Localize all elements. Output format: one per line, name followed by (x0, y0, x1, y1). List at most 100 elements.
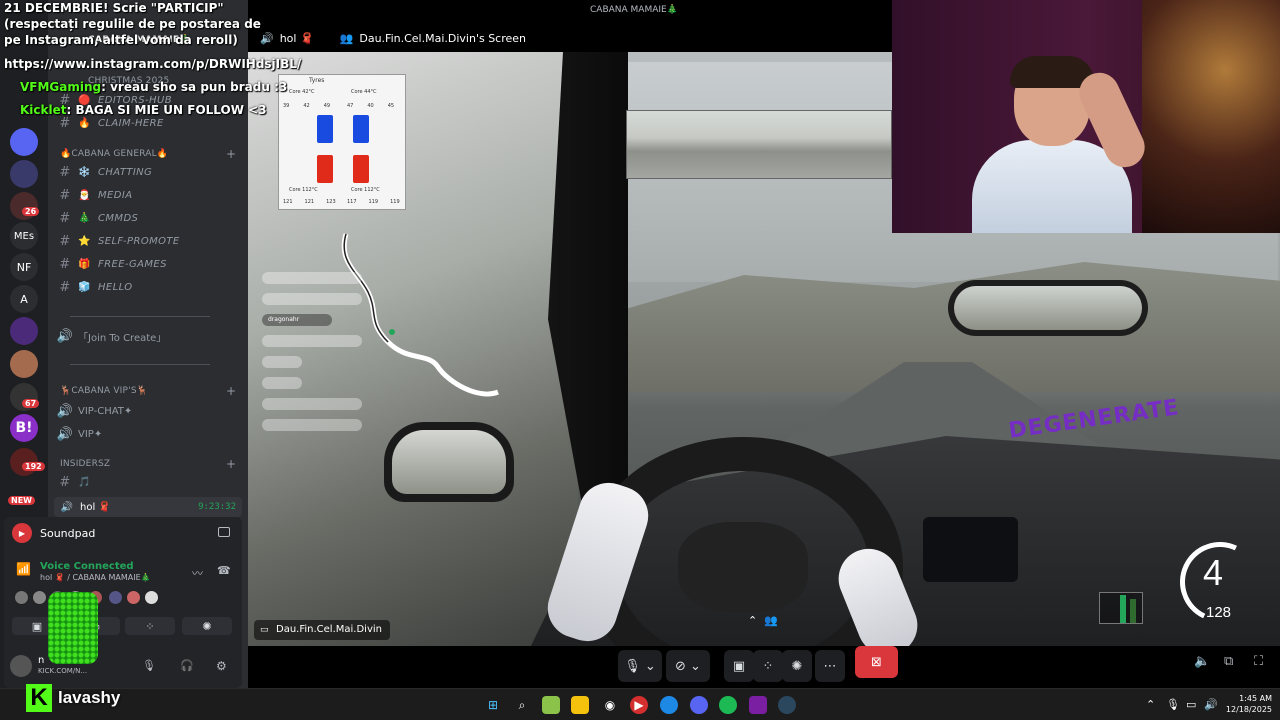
screen-share-icon: 👥 (339, 31, 354, 45)
network-icon[interactable]: ▭ (1186, 698, 1196, 711)
server-icon[interactable] (10, 128, 38, 156)
channel-chatting[interactable]: # ❄️ CHATTING (56, 162, 240, 182)
avatar[interactable] (32, 590, 47, 605)
steam-icon[interactable] (778, 696, 796, 714)
tyre-fl (317, 115, 333, 143)
soundpad-activity[interactable]: ▶ Soundpad (12, 523, 95, 543)
server-icon[interactable] (10, 160, 38, 188)
spotify-icon[interactable] (719, 696, 737, 714)
activities-button[interactable]: ⁘ (753, 650, 783, 682)
speaker-icon: 🔊 (56, 403, 74, 419)
disconnect-icon[interactable]: ☎ (217, 564, 231, 577)
chat-line: dragonahr (262, 314, 332, 326)
activities-button[interactable]: ⁘ (125, 617, 175, 635)
channel-self-promote[interactable]: # ⭐ SELF-PROMOTE (56, 231, 240, 251)
ingame-chat: dragonahr (262, 272, 402, 440)
server-icon[interactable] (10, 350, 38, 378)
microphone-tray-icon[interactable]: 🎙 (1166, 698, 1180, 711)
app-icon[interactable] (749, 696, 767, 714)
active-voice-channel[interactable]: 🔊 hol 🧣 9:23:32 (54, 497, 242, 517)
server-mes[interactable]: MEs (10, 222, 38, 250)
discord-icon[interactable] (690, 696, 708, 714)
chat-text: : vreau sho sa pun bradu :3 (101, 80, 288, 94)
participants-icon[interactable]: 👥 (764, 614, 778, 627)
stream-owner-label: ▭ Dau.Fin.Cel.Mai.Divin (254, 620, 390, 640)
chat-line (262, 356, 302, 368)
call-channel[interactable]: hol 🧣 (280, 32, 314, 45)
value: 49 (323, 103, 331, 109)
channel-emoji: 🔥 (78, 117, 91, 129)
mute-button[interactable]: 🎙 ⌄ (618, 650, 662, 682)
more-options-button[interactable]: ⋯ (815, 650, 845, 682)
youtube-icon[interactable]: ▶ (630, 696, 648, 714)
server-nf[interactable]: NF (10, 253, 38, 281)
activity-icon[interactable] (218, 527, 230, 537)
channel-media[interactable]: # 🎅 MEDIA (56, 185, 240, 205)
camera-button[interactable]: ⊘ ⌄ (666, 650, 710, 682)
channel-emoji: 🎵 (78, 476, 91, 488)
channel-free-games[interactable]: # 🎁 FREE-GAMES (56, 254, 240, 274)
speed-readout: 128 (1206, 604, 1232, 621)
category-general[interactable]: 🔥CABANA GENERAL🔥 + (60, 147, 236, 161)
voice-connected-status[interactable]: Voice Connected (40, 561, 134, 572)
avatar[interactable] (108, 590, 123, 605)
notepad-icon[interactable] (542, 696, 560, 714)
volume-icon[interactable]: 🔈 (1194, 654, 1210, 669)
voice-vip[interactable]: 🔊 VIP✦ (56, 424, 240, 444)
add-channel-icon[interactable]: + (226, 147, 236, 161)
kick-channel-name: lavashy (58, 688, 121, 707)
fullscreen-icon[interactable]: ⛶ (1254, 654, 1263, 669)
channel-insiders[interactable]: # 🎵 (56, 472, 240, 492)
voice-join-to-create[interactable]: 🔊 「Join To Create」 (56, 326, 240, 346)
category-label: INSIDERSz (60, 459, 111, 469)
volume-tray-icon[interactable]: 🔊 (1204, 698, 1218, 711)
add-channel-icon[interactable]: + (226, 457, 236, 471)
search-icon[interactable]: ⌕ (513, 696, 531, 714)
kick-watermark: K lavashy (26, 684, 120, 712)
window-title: CABANA MAMAIE🎄 (590, 5, 678, 15)
category-vip[interactable]: 🦌CABANA VIP's🦌 + (60, 384, 236, 398)
christmas-lights (1142, 0, 1280, 233)
screen-title[interactable]: Dau.Fin.Cel.Mai.Divin's Screen (359, 32, 526, 45)
obs-icon[interactable]: ◉ (601, 696, 619, 714)
soundboard-button[interactable]: ✺ (782, 650, 812, 682)
avatar[interactable] (10, 655, 32, 677)
server-a[interactable]: A (10, 285, 38, 313)
leave-call-button[interactable]: ⊠ (855, 646, 898, 678)
channel-label: CHATTING (98, 166, 153, 178)
chrome-icon[interactable] (660, 696, 678, 714)
tyre-rl-values: 121 121 123 (283, 199, 336, 205)
pixel-mascot (48, 592, 98, 664)
start-icon[interactable]: ⊞ (484, 696, 502, 714)
avatar[interactable] (144, 590, 159, 605)
headphones-icon[interactable]: 🎧 (180, 659, 194, 672)
category-label: 🦌CABANA VIP's🦌 (60, 386, 149, 396)
microphone-icon[interactable]: 🎙 (142, 659, 156, 672)
server-icon[interactable] (10, 317, 38, 345)
add-channel-icon[interactable]: + (226, 384, 236, 398)
taskbar-clock[interactable]: 1:45 AM 12/18/2025 (1222, 693, 1272, 715)
noise-suppression-icon[interactable]: 〰 (192, 565, 203, 581)
popout-icon[interactable]: ⧉ (1224, 654, 1233, 669)
clock-date: 12/18/2025 (1225, 705, 1272, 714)
server-b[interactable]: B! (10, 414, 38, 442)
screen-share-button[interactable]: ▣ (724, 650, 754, 682)
channel-cmmds[interactable]: # 🎄 CMMDS (56, 208, 240, 228)
new-badge: NEW (8, 496, 35, 505)
avatar[interactable] (126, 590, 141, 605)
channel-hello[interactable]: # 🧊 HELLO (56, 277, 240, 297)
user-panel: ▶ Soundpad 📶 Voice Connected hol 🧣 / CAB… (4, 517, 242, 688)
collapse-icon[interactable]: ⌃ (748, 614, 757, 627)
chat-line (262, 377, 302, 389)
channel-label: CLAIM-HERE (98, 117, 164, 129)
value: 121 (304, 199, 315, 205)
chat-text: : BAGA SI MIE UN FOLLOW <3 (66, 103, 267, 117)
chat-link: https://www.instagram.com/p/DRWIHdsjIBL/ (4, 57, 302, 71)
category-insiders[interactable]: INSIDERSz + (60, 457, 236, 471)
gear-icon[interactable]: ⚙ (216, 659, 227, 673)
avatar[interactable] (14, 590, 29, 605)
voice-vip-chat[interactable]: 🔊 VIP-CHAT✦ (56, 401, 240, 421)
folder-icon[interactable] (571, 696, 589, 714)
soundboard-button[interactable]: ✺ (182, 617, 232, 635)
chevron-up-icon[interactable]: ⌃ (1146, 698, 1155, 711)
